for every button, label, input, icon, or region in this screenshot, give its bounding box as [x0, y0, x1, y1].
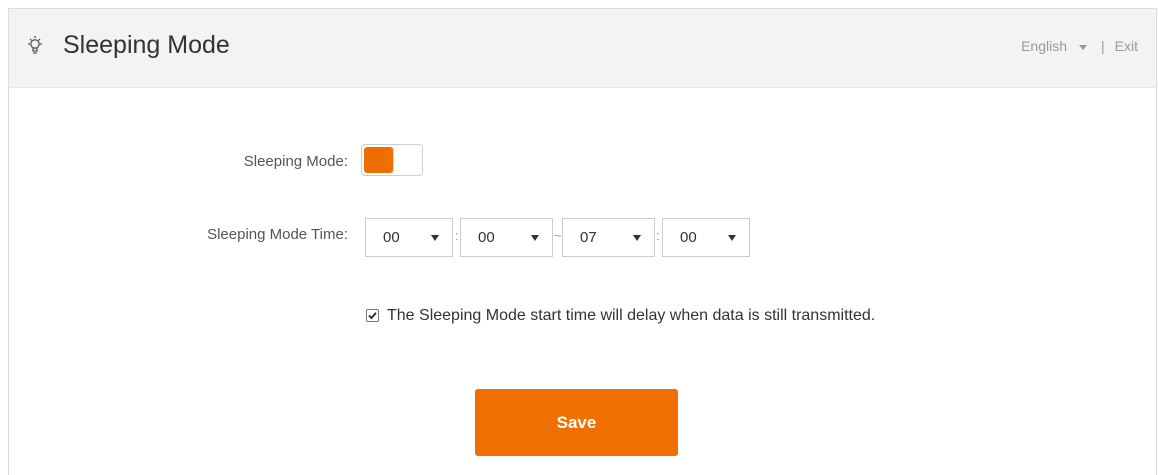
header-separator: |: [1101, 38, 1105, 54]
checkmark-icon: [368, 312, 377, 320]
sleeping-mode-toggle[interactable]: [361, 144, 423, 176]
delay-checkbox[interactable]: [366, 309, 379, 322]
end-hour-select[interactable]: 07: [562, 218, 655, 257]
exit-link[interactable]: Exit: [1115, 37, 1138, 55]
end-minute-value: 00: [680, 229, 697, 246]
header-actions: English | Exit: [1021, 37, 1138, 55]
start-minute-value: 00: [478, 229, 495, 246]
save-button[interactable]: Save: [475, 389, 678, 456]
time-range-separator: ~: [554, 228, 562, 243]
page-title: Sleeping Mode: [63, 31, 230, 59]
end-minute-select[interactable]: 00: [662, 218, 750, 257]
start-hour-select[interactable]: 00: [365, 218, 453, 257]
toggle-knob: [393, 146, 421, 174]
toggle-on-indicator: [364, 147, 393, 173]
lightbulb-icon: [25, 35, 45, 57]
sleeping-mode-time-label: Sleeping Mode Time:: [207, 226, 348, 243]
page-header: Sleeping Mode English | Exit: [9, 9, 1156, 88]
dropdown-arrow-icon: [531, 235, 539, 241]
sleeping-mode-label: Sleeping Mode:: [243, 153, 348, 170]
start-minute-select[interactable]: 00: [460, 218, 553, 257]
end-hour-value: 07: [580, 229, 597, 246]
dropdown-arrow-icon: [431, 235, 439, 241]
delay-checkbox-label: The Sleeping Mode start time will delay …: [387, 307, 876, 324]
caret-down-icon: [1079, 44, 1088, 50]
language-label: English: [1021, 38, 1068, 54]
start-hour-value: 00: [383, 229, 400, 246]
time-colon: :: [455, 228, 459, 243]
language-select[interactable]: English: [1021, 37, 1088, 55]
time-colon: :: [656, 228, 660, 243]
dropdown-arrow-icon: [633, 235, 641, 241]
dropdown-arrow-icon: [728, 235, 736, 241]
